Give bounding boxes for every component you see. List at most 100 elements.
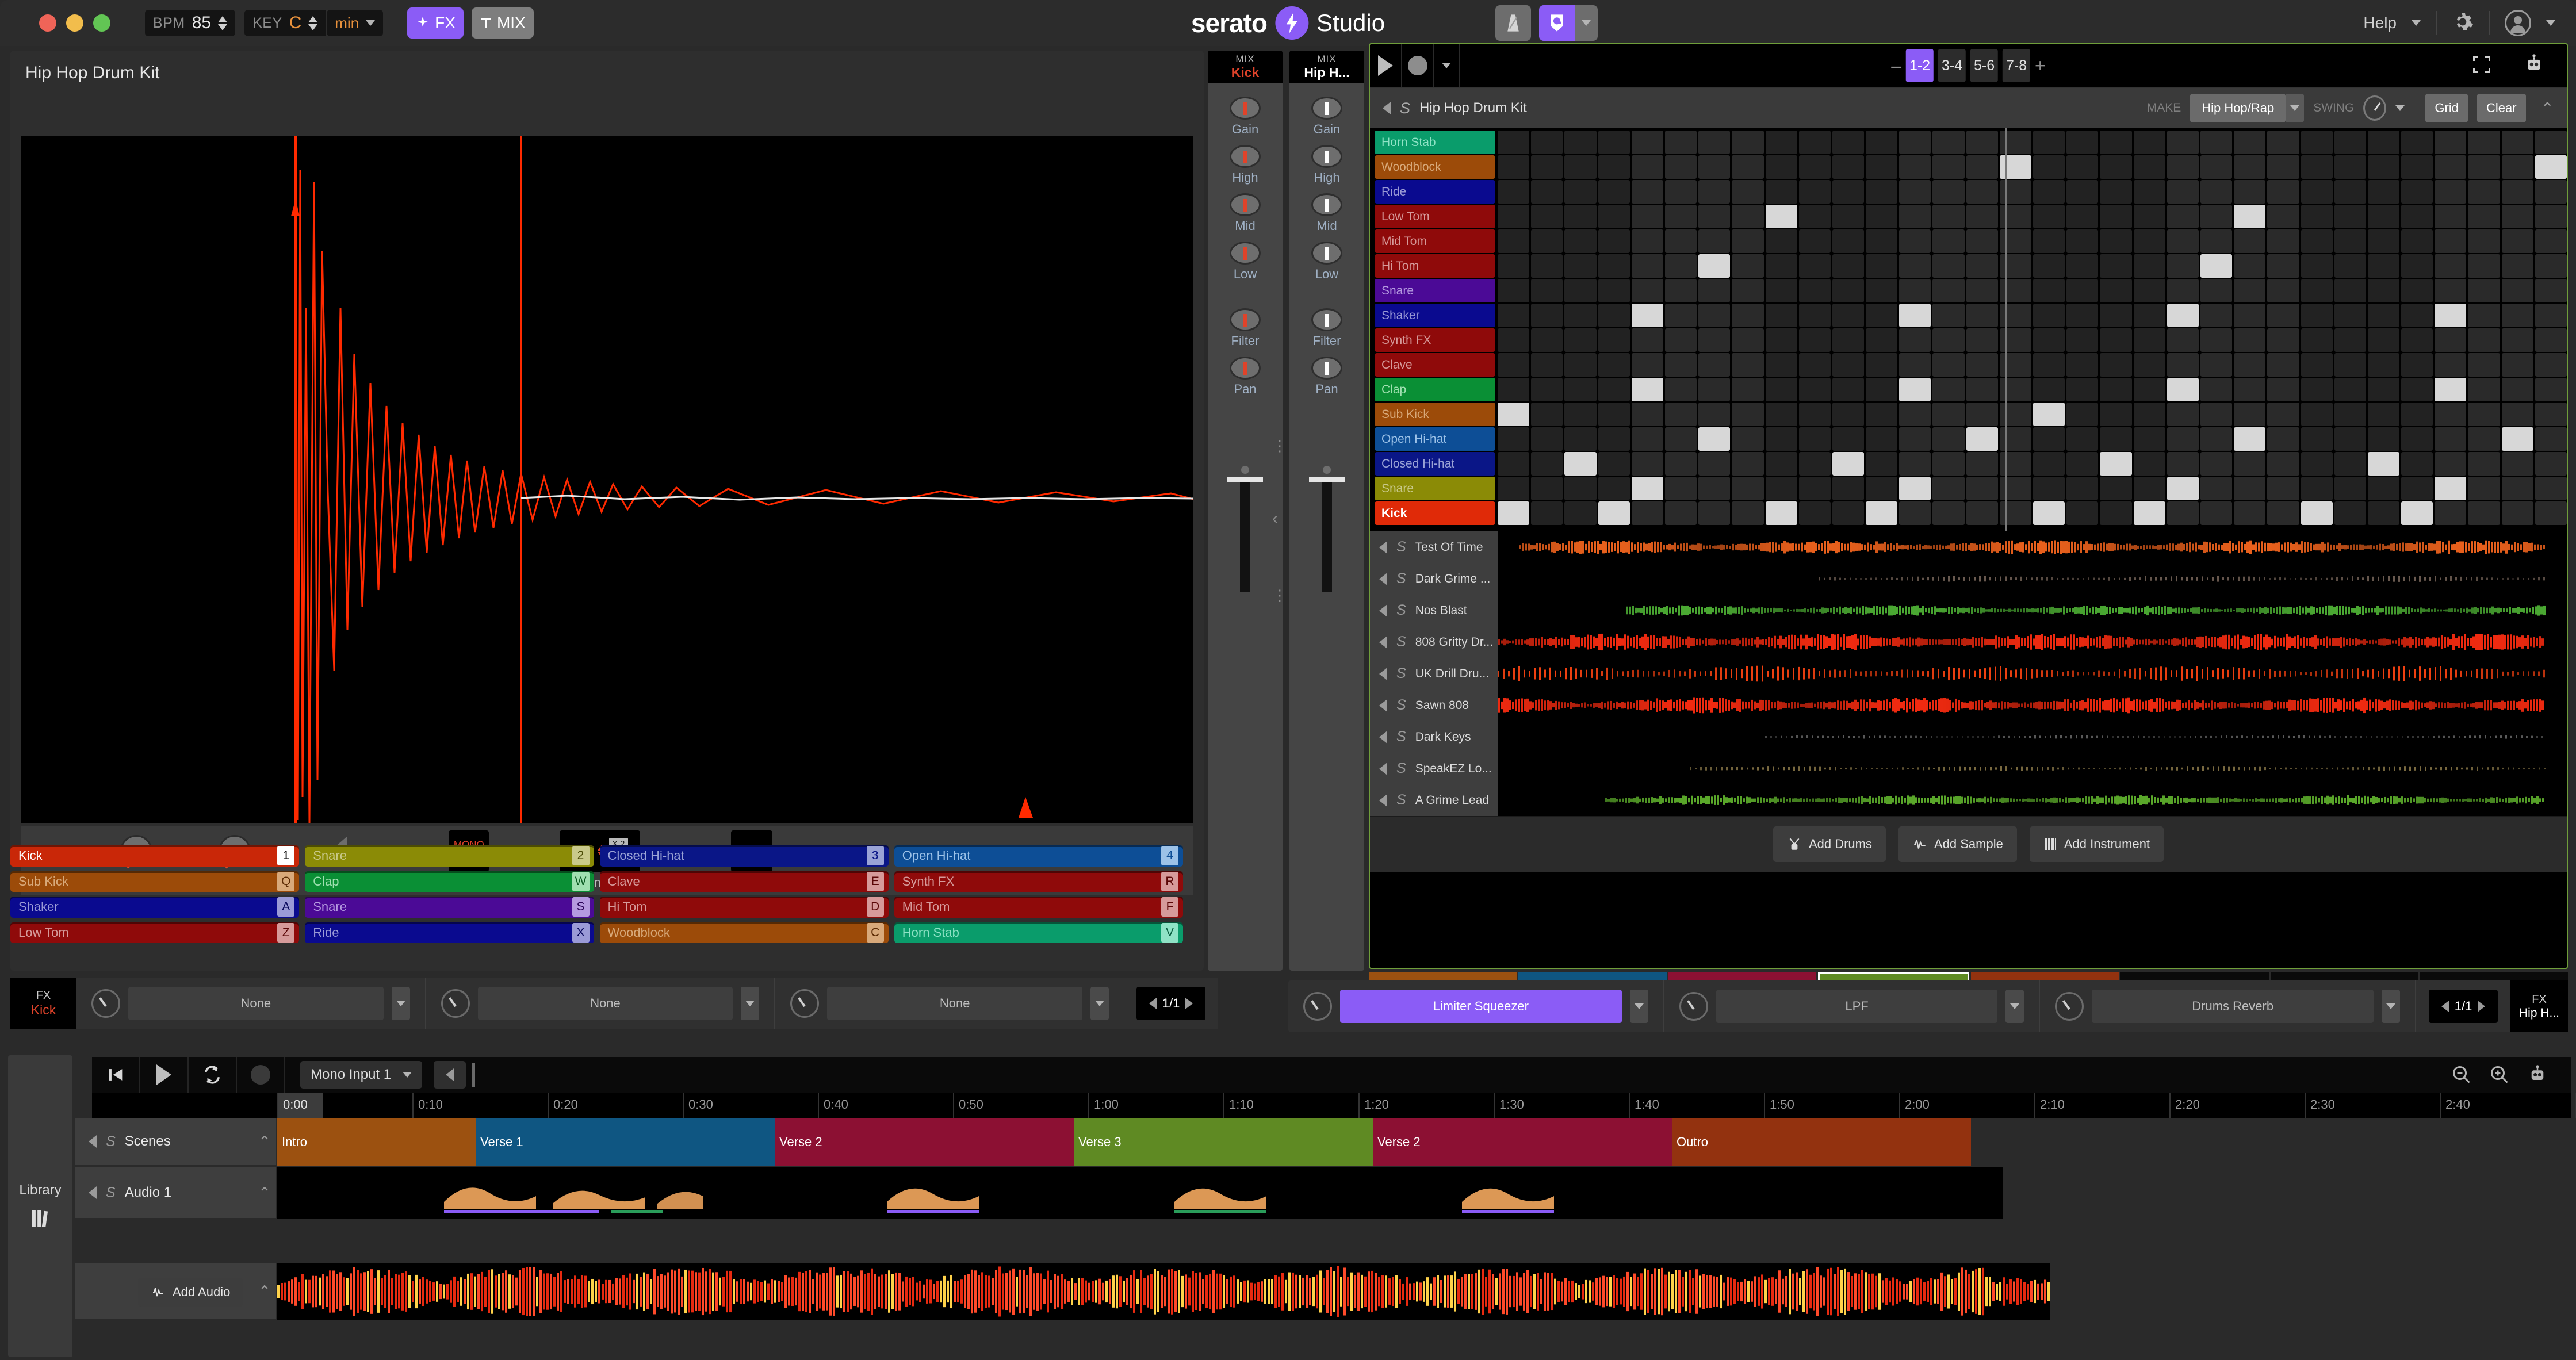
- sequencer-step-cell[interactable]: [1832, 427, 1864, 451]
- sequencer-step-row[interactable]: [1498, 254, 2567, 278]
- help-chevron-down-icon[interactable]: [2412, 20, 2421, 26]
- deck-fx-prev-icon[interactable]: [1149, 998, 1157, 1009]
- sequencer-step-cell[interactable]: [2234, 155, 2265, 179]
- sequencer-step-cell[interactable]: [2033, 180, 2065, 204]
- sequencer-step-cell[interactable]: [1698, 131, 1730, 154]
- mixer-handle-dots-bottom[interactable]: ⋮: [1272, 587, 1287, 604]
- sequencer-step-cell[interactable]: [2301, 353, 2333, 377]
- sequencer-step-cell[interactable]: [2468, 180, 2500, 204]
- bpm-field[interactable]: BPM 85: [145, 10, 235, 36]
- sequencer-step-cell[interactable]: [1832, 477, 1864, 500]
- sequencer-step-cell[interactable]: [1665, 353, 1697, 377]
- sequencer-step-cell[interactable]: [2267, 304, 2299, 327]
- sample-deck-row[interactable]: S Sawn 808: [1370, 690, 2567, 722]
- sequencer-step-cell[interactable]: [2134, 378, 2165, 401]
- sequencer-step-cell[interactable]: [2301, 131, 2333, 154]
- sequencer-step-cell[interactable]: [1598, 353, 1630, 377]
- drum-pad-low-tom[interactable]: Low Tom Z: [10, 922, 299, 944]
- sequencer-step-cell[interactable]: [2033, 353, 2065, 377]
- sequencer-step-cell[interactable]: [2267, 452, 2299, 476]
- sequencer-step-cell[interactable]: [2134, 501, 2165, 525]
- sequencer-step-cell[interactable]: [2368, 155, 2399, 179]
- master-fx-next-icon[interactable]: [2478, 1001, 2485, 1012]
- sequencer-step-cell[interactable]: [1932, 205, 1964, 228]
- sample-deck-waveform[interactable]: [1498, 595, 2567, 626]
- sequencer-step-cell[interactable]: [1698, 452, 1730, 476]
- sample-deck-waveform[interactable]: [1498, 753, 2567, 784]
- sequencer-step-cell[interactable]: [2234, 304, 2265, 327]
- sequencer-step-cell[interactable]: [2435, 378, 2466, 401]
- sequencer-step-cell[interactable]: [1966, 279, 1998, 302]
- sequencer-step-cell[interactable]: [1665, 180, 1697, 204]
- sequencer-step-cell[interactable]: [2234, 378, 2265, 401]
- knob-dial[interactable]: [1311, 308, 1342, 331]
- sequencer-step-cell[interactable]: [2167, 477, 2199, 500]
- sequencer-step-cell[interactable]: [1698, 279, 1730, 302]
- sequencer-step-cell[interactable]: [2134, 477, 2165, 500]
- sequencer-step-cell[interactable]: [2435, 180, 2466, 204]
- sample-deck-meta[interactable]: S 808 Gritty Dr...: [1370, 626, 1498, 658]
- sequencer-step-cell[interactable]: [2334, 353, 2366, 377]
- sequencer-step-cell[interactable]: [1698, 155, 1730, 179]
- sequencer-step-cell[interactable]: [2066, 452, 2098, 476]
- sequencer-step-cell[interactable]: [1598, 501, 1630, 525]
- sequencer-step-cell[interactable]: [1498, 180, 1529, 204]
- sequencer-step-cell[interactable]: [2435, 205, 2466, 228]
- sequencer-step-cell[interactable]: [2535, 131, 2567, 154]
- sequencer-step-cell[interactable]: [1732, 378, 1763, 401]
- sequencer-step-cell[interactable]: [1732, 403, 1763, 426]
- sequencer-step-cell[interactable]: [1766, 205, 1797, 228]
- sequencer-step-cell[interactable]: [1866, 131, 1897, 154]
- sequencer-step-cell[interactable]: [1966, 452, 1998, 476]
- sequencer-step-cell[interactable]: [2234, 427, 2265, 451]
- add-sample-button[interactable]: Add Sample: [1898, 826, 2017, 862]
- chevron-up-icon[interactable]: ⌃: [253, 1167, 276, 1218]
- sequencer-step-cell[interactable]: [1766, 427, 1797, 451]
- sequencer-step-cell[interactable]: [2334, 403, 2366, 426]
- master-fx-dropdown-1[interactable]: [1630, 990, 1648, 1023]
- sequencer-step-cell[interactable]: [1899, 205, 1931, 228]
- sequencer-step-cell[interactable]: [1632, 328, 1663, 352]
- sequencer-step-cell[interactable]: [2468, 229, 2500, 253]
- sequencer-step-cell[interactable]: [1531, 403, 1563, 426]
- sequencer-step-cell[interactable]: [2000, 180, 2031, 204]
- sequencer-step-cell[interactable]: [1866, 452, 1897, 476]
- sequencer-step-cell[interactable]: [2200, 403, 2232, 426]
- master-fx-select-1[interactable]: Limiter Squeezer: [1340, 990, 1622, 1023]
- sequencer-step-cell[interactable]: [1932, 477, 1964, 500]
- sequencer-step-cell[interactable]: [1665, 229, 1697, 253]
- sequencer-step-cell[interactable]: [1899, 353, 1931, 377]
- sequencer-step-cell[interactable]: [1832, 304, 1864, 327]
- sequencer-step-cell[interactable]: [2234, 452, 2265, 476]
- bar-selector[interactable]: –1-2 3-4 5-6 7-8 +: [1891, 49, 2045, 82]
- sequencer-step-cell[interactable]: [2100, 452, 2131, 476]
- sequencer-step-cell[interactable]: [2134, 304, 2165, 327]
- sequencer-step-cell[interactable]: [1866, 427, 1897, 451]
- sequencer-step-cell[interactable]: [1866, 477, 1897, 500]
- arrangement-block[interactable]: Intro: [277, 1118, 476, 1166]
- sequencer-step-cell[interactable]: [1531, 180, 1563, 204]
- sequencer-step-cell[interactable]: [2100, 131, 2131, 154]
- sequencer-step-cell[interactable]: [1899, 477, 1931, 500]
- sequencer-step-cell[interactable]: [1966, 180, 1998, 204]
- sequencer-step-cell[interactable]: [2267, 254, 2299, 278]
- sequencer-step-cell[interactable]: [2401, 353, 2433, 377]
- sequencer-step-cell[interactable]: [2401, 403, 2433, 426]
- sequencer-step-cell[interactable]: [2134, 403, 2165, 426]
- sequencer-step-cell[interactable]: [1564, 378, 1596, 401]
- fader-cap[interactable]: [1227, 477, 1263, 482]
- sequencer-step-cell[interactable]: [2368, 229, 2399, 253]
- arrangement-block[interactable]: Verse 2: [1373, 1118, 1672, 1166]
- sequencer-step-cell[interactable]: [2368, 427, 2399, 451]
- sequencer-step-cell[interactable]: [2368, 403, 2399, 426]
- sequencer-step-cell[interactable]: [2535, 254, 2567, 278]
- gear-icon[interactable]: [2452, 11, 2474, 36]
- sequencer-step-cell[interactable]: [1564, 155, 1596, 179]
- sequencer-step-cell[interactable]: [2000, 131, 2031, 154]
- sequencer-step-cell[interactable]: [2000, 477, 2031, 500]
- sequencer-step-cell[interactable]: [1932, 229, 1964, 253]
- sequencer-step-cell[interactable]: [2535, 501, 2567, 525]
- mixer-knob-mid[interactable]: Mid: [1208, 193, 1283, 233]
- mixer-fader[interactable]: [1309, 466, 1345, 592]
- sequencer-step-cell[interactable]: [1564, 180, 1596, 204]
